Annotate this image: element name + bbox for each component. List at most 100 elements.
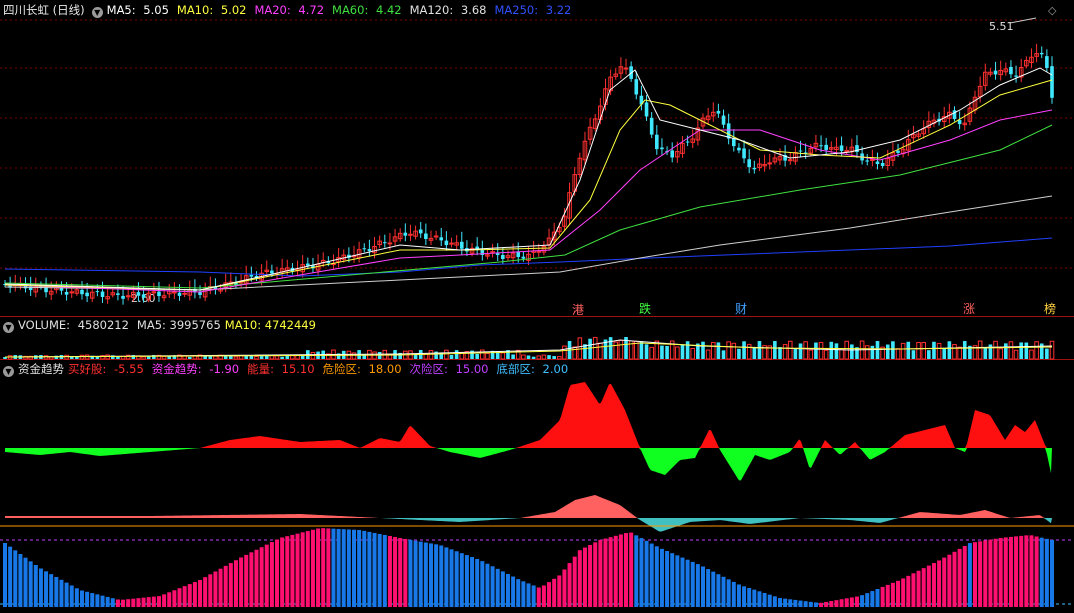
candle-body xyxy=(957,120,962,125)
histogram-bar xyxy=(49,574,54,607)
histogram-bar xyxy=(115,599,120,607)
histogram-bar xyxy=(480,561,485,607)
volume-bar xyxy=(444,349,449,360)
histogram-bar xyxy=(813,602,818,607)
histogram-bar xyxy=(228,563,233,607)
volume-bar xyxy=(710,342,716,360)
candle-body xyxy=(403,232,408,236)
histogram-bar xyxy=(192,582,197,607)
histogram-bar xyxy=(485,563,490,607)
volume-bar xyxy=(598,342,603,360)
volume-bar xyxy=(1034,341,1039,360)
histogram-bar xyxy=(998,537,1003,607)
histogram-bar xyxy=(1014,536,1019,607)
histogram-bar xyxy=(300,532,305,607)
histogram-bar xyxy=(680,557,685,607)
volume-bar xyxy=(233,356,239,360)
candle-body xyxy=(136,292,141,296)
histogram-bar xyxy=(259,547,264,607)
histogram-bar xyxy=(824,601,829,607)
histogram-bar xyxy=(100,595,105,607)
volume-bar xyxy=(895,348,901,360)
histogram-bar xyxy=(490,566,495,607)
volume-bar xyxy=(660,345,664,359)
histogram-bar xyxy=(644,540,649,607)
histogram-bar xyxy=(449,549,454,607)
histogram-bar xyxy=(203,577,208,607)
histogram-bar xyxy=(280,537,285,607)
histogram-bar xyxy=(233,560,238,607)
volume-bar xyxy=(778,347,782,359)
candle-body xyxy=(670,150,675,158)
histogram-bar xyxy=(23,557,28,607)
histogram-bar xyxy=(598,539,603,607)
histogram-bar xyxy=(854,596,859,607)
candle-body xyxy=(993,70,998,75)
volume-bar xyxy=(998,348,1003,360)
histogram-bar xyxy=(146,597,151,607)
candle-body xyxy=(536,250,542,253)
candle-body xyxy=(1014,75,1018,77)
histogram-bar xyxy=(973,542,978,607)
histogram-bar xyxy=(557,575,562,607)
candle-body xyxy=(655,134,659,150)
volume-bar xyxy=(500,352,506,360)
candle-body xyxy=(716,110,721,114)
volume-bar xyxy=(105,354,110,360)
histogram-bar xyxy=(721,576,726,607)
volume-bar xyxy=(977,340,983,360)
histogram-bar xyxy=(1034,536,1039,607)
histogram-bar xyxy=(942,557,947,607)
histogram-bar xyxy=(777,597,782,607)
histogram-bar xyxy=(331,528,336,607)
histogram-bar xyxy=(567,563,572,607)
histogram-bar xyxy=(767,594,772,607)
candle-body xyxy=(644,102,649,117)
histogram-bar xyxy=(90,593,95,607)
candle-body xyxy=(439,237,444,241)
candle-body xyxy=(516,251,521,258)
candle-body xyxy=(521,256,526,259)
candle-body xyxy=(85,292,89,297)
volume-bar xyxy=(351,352,357,360)
volume-bar xyxy=(644,344,649,359)
candle-body xyxy=(367,249,372,252)
histogram-bar xyxy=(382,534,387,607)
volume-bar xyxy=(690,347,696,360)
histogram-bar xyxy=(38,568,43,607)
histogram-bar xyxy=(695,564,700,607)
histogram-bar xyxy=(603,538,608,607)
stock-chart-canvas[interactable] xyxy=(0,0,1074,613)
histogram-bar xyxy=(423,542,428,607)
histogram-bar xyxy=(706,569,711,607)
histogram-bar xyxy=(177,588,182,607)
histogram-bar xyxy=(54,576,59,607)
candle-body xyxy=(69,291,75,294)
histogram-bar xyxy=(649,543,654,607)
volume-bar xyxy=(274,355,280,360)
volume-bar xyxy=(1029,349,1034,360)
histogram-bar xyxy=(1024,535,1029,607)
ma120-line xyxy=(4,195,1053,291)
histogram-bar xyxy=(931,563,936,607)
histogram-bar xyxy=(670,553,675,607)
volume-bar xyxy=(541,354,547,360)
histogram-bar xyxy=(505,573,510,607)
candle-body xyxy=(865,160,870,162)
candle-body xyxy=(459,241,464,249)
candle-body xyxy=(80,289,84,295)
histogram-bar xyxy=(865,593,870,607)
candle-body xyxy=(116,293,120,295)
volume-ma10-line xyxy=(4,342,1053,358)
candle-body xyxy=(408,233,413,236)
histogram-bar xyxy=(757,591,762,607)
volume-bar xyxy=(613,341,619,360)
histogram-bar xyxy=(156,596,161,607)
candle-body xyxy=(896,150,900,153)
histogram-bar xyxy=(434,544,439,607)
histogram-bar xyxy=(141,597,146,607)
candle-body xyxy=(742,148,746,159)
volume-bar xyxy=(588,338,592,359)
candle-body xyxy=(737,147,741,151)
candle-body xyxy=(731,138,736,147)
